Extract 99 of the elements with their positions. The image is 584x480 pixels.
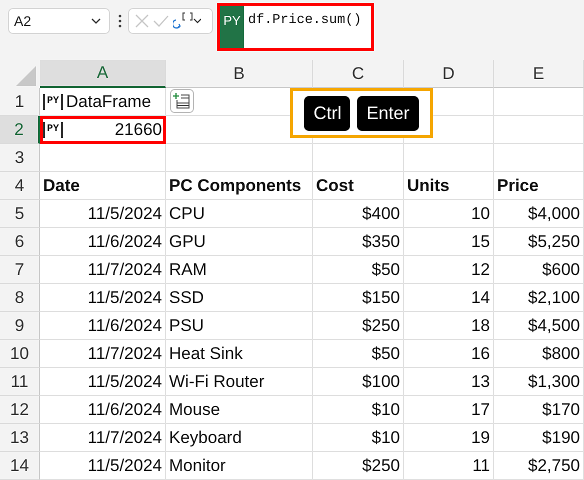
cell-text: Mouse xyxy=(169,400,220,420)
cell-number: 17 xyxy=(471,400,490,420)
cell-number: $10 xyxy=(372,400,400,420)
cell-value: DataFrame xyxy=(66,92,152,112)
row-header[interactable]: 13 xyxy=(0,424,40,452)
cell-number: 12 xyxy=(471,260,490,280)
cell-number: $250 xyxy=(362,456,400,476)
row-header[interactable]: 9 xyxy=(0,312,40,340)
empty-cell[interactable] xyxy=(313,144,404,172)
cell-number: $150 xyxy=(362,288,400,308)
empty-cell[interactable] xyxy=(494,116,584,144)
cell-text: PSU xyxy=(169,316,204,336)
cell-text: RAM xyxy=(169,260,207,280)
cell-number: $400 xyxy=(362,204,400,224)
row-header[interactable]: 2 xyxy=(0,116,40,144)
cell-number: 19 xyxy=(471,428,490,448)
cell-reference: A2 xyxy=(14,13,32,29)
row-header[interactable]: 5 xyxy=(0,200,40,228)
cell-number: 13 xyxy=(471,372,490,392)
row-header[interactable]: 6 xyxy=(0,228,40,256)
formula-bar[interactable]: PY df.Price.sum() xyxy=(217,3,374,51)
dropdown-caret-icon[interactable] xyxy=(91,18,101,24)
cell-number: $4,000 xyxy=(528,204,580,224)
cell-number: 11/5/2024 xyxy=(88,204,162,224)
empty-cell[interactable] xyxy=(166,144,313,172)
cell-text: CPU xyxy=(169,204,205,224)
cell-number: 11 xyxy=(472,456,490,476)
cell-number: 11/5/2024 xyxy=(88,288,162,308)
empty-cell[interactable] xyxy=(494,144,584,172)
column-header[interactable]: C xyxy=(313,60,404,88)
name-box[interactable]: A2 xyxy=(8,8,110,34)
cell-number: $2,750 xyxy=(528,456,580,476)
column-heading: Cost xyxy=(316,176,354,196)
python-cell-badge: PY xyxy=(43,122,64,138)
cell-number: 11/7/2024 xyxy=(88,260,162,280)
cell-number: 11/6/2024 xyxy=(88,400,162,420)
column-heading: PC Components xyxy=(169,176,302,196)
row-header[interactable]: 12 xyxy=(0,396,40,424)
cancel-icon[interactable] xyxy=(135,14,149,28)
cell-number: 11/6/2024 xyxy=(88,316,162,336)
cell-text: SSD xyxy=(169,288,204,308)
keyboard-key: Enter xyxy=(357,96,419,130)
empty-cell[interactable] xyxy=(494,88,584,116)
column-heading: Units xyxy=(407,176,450,196)
row-header[interactable]: 10 xyxy=(0,340,40,368)
cell-number: $10 xyxy=(372,428,400,448)
cell-number: $5,250 xyxy=(528,232,580,252)
column-header[interactable]: B xyxy=(166,60,313,88)
cell-value: 21660 xyxy=(114,120,162,140)
row-header[interactable]: 3 xyxy=(0,144,40,172)
column-heading: Date xyxy=(43,176,80,196)
cell-number: $190 xyxy=(542,428,580,448)
more-options-icon[interactable] xyxy=(118,14,122,28)
card-icon[interactable] xyxy=(170,89,194,113)
selected-cell[interactable]: PY 21660 xyxy=(40,116,166,144)
cell-number: 11/7/2024 xyxy=(88,428,162,448)
column-header[interactable]: D xyxy=(404,60,494,88)
cell-number: $350 xyxy=(362,232,400,252)
cell-number: 14 xyxy=(471,288,490,308)
cell-text: Monitor xyxy=(169,456,226,476)
cell-number: $170 xyxy=(542,400,580,420)
cell-number: $50 xyxy=(372,344,400,364)
column-header[interactable]: E xyxy=(494,60,584,88)
cell-text: GPU xyxy=(169,232,206,252)
cell-text: Heat Sink xyxy=(169,344,243,364)
cell-text: Wi-Fi Router xyxy=(169,372,264,392)
cell-number: 16 xyxy=(471,344,490,364)
cell-number: 11/5/2024 xyxy=(88,372,162,392)
row-header[interactable]: 14 xyxy=(0,452,40,480)
cell-number: $1,300 xyxy=(528,372,580,392)
cell-number: 18 xyxy=(471,316,490,336)
cell-text: Keyboard xyxy=(169,428,242,448)
python-cell-badge: PY xyxy=(43,94,64,110)
formula-text: df.Price.sum() xyxy=(247,12,362,30)
cell-number: $600 xyxy=(542,260,580,280)
cell-number: 11/5/2024 xyxy=(88,456,162,476)
cell-number: 15 xyxy=(471,232,490,252)
check-icon[interactable] xyxy=(153,14,169,28)
cell-number: $4,500 xyxy=(528,316,580,336)
row-header[interactable]: 8 xyxy=(0,284,40,312)
cell-number: 11/6/2024 xyxy=(88,232,162,252)
cell-number: $50 xyxy=(372,260,400,280)
select-all-corner[interactable] xyxy=(0,60,40,88)
cell-number: $2,100 xyxy=(528,288,580,308)
cell-number: 11/7/2024 xyxy=(88,344,162,364)
python-insert-icon[interactable] xyxy=(173,11,201,31)
row-header[interactable]: 4 xyxy=(0,172,40,200)
empty-cell[interactable] xyxy=(404,144,494,172)
cell-number: 10 xyxy=(471,204,490,224)
keyboard-key: Ctrl xyxy=(304,96,350,130)
cell-number: $800 xyxy=(542,344,580,364)
row-header[interactable]: 11 xyxy=(0,368,40,396)
column-heading: Price xyxy=(497,176,539,196)
row-header[interactable]: 1 xyxy=(0,88,40,116)
cell-number: $100 xyxy=(362,372,400,392)
column-header[interactable]: A xyxy=(40,60,166,88)
python-badge: PY xyxy=(220,6,244,48)
row-header[interactable]: 7 xyxy=(0,256,40,284)
cell-number: $250 xyxy=(362,316,400,336)
